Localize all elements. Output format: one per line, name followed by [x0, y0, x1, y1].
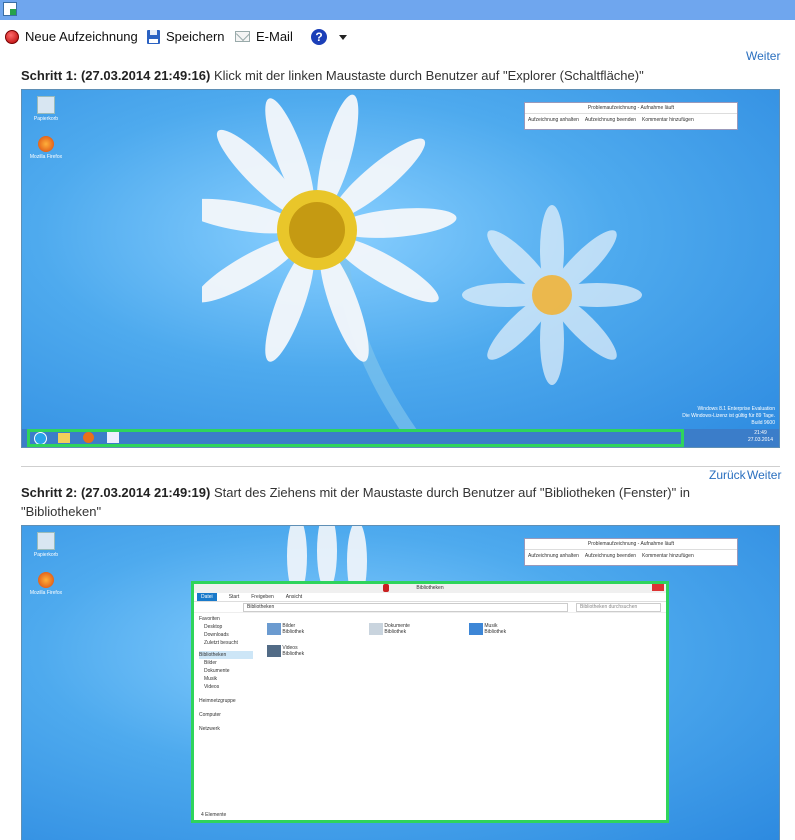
- step-2-text: Schritt 2: (27.03.2014 21:49:19) Start d…: [21, 483, 761, 521]
- save-label: Speichern: [166, 29, 225, 44]
- recycle-bin-icon: [37, 96, 55, 114]
- watermark-line: Build 9600: [751, 420, 775, 426]
- highlight-box: [191, 581, 669, 823]
- back-link[interactable]: Zurück: [709, 468, 746, 482]
- psr-pause-button[interactable]: Aufzeichnung anhalten: [528, 553, 579, 559]
- psr-stop-button[interactable]: Aufzeichnung beenden: [585, 117, 636, 123]
- steps-recorder-icon: [3, 2, 17, 16]
- desktop-icon-label: Papierkorb: [33, 116, 59, 122]
- help-button[interactable]: ?: [311, 29, 347, 45]
- chevron-down-icon[interactable]: [339, 34, 347, 40]
- email-button[interactable]: E-Mail: [235, 29, 293, 44]
- step-1-description: Klick mit der linken Maustaste durch Ben…: [213, 68, 644, 83]
- save-icon: [147, 29, 160, 44]
- step-1-text: Schritt 1: (27.03.2014 21:49:16) Klick m…: [21, 66, 761, 85]
- desktop-icon-label: Mozilla Firefox: [29, 590, 63, 596]
- daisy-background-image: [462, 205, 642, 385]
- firefox-icon: [38, 572, 54, 588]
- windows-watermark: Windows 8.1 Enterprise Evaluation Die Wi…: [682, 406, 775, 427]
- step-1-screenshot: Papierkorb Mozilla Firefox Problemaufzei…: [21, 89, 780, 448]
- psr-comment-button[interactable]: Kommentar hinzufügen: [642, 117, 694, 123]
- next-link-top[interactable]: Weiter: [746, 49, 780, 63]
- psr-pause-button[interactable]: Aufzeichnung anhalten: [528, 117, 579, 123]
- window-titlebar: [0, 0, 795, 20]
- psr-comment-button[interactable]: Kommentar hinzufügen: [642, 553, 694, 559]
- watermark-line: Die Windows-Lizenz ist gültig für 89 Tag…: [682, 413, 775, 419]
- email-label: E-Mail: [256, 29, 293, 44]
- new-recording-button[interactable]: Neue Aufzeichnung: [5, 29, 138, 44]
- save-button[interactable]: Speichern: [147, 29, 225, 44]
- firefox-icon: [38, 136, 54, 152]
- mail-icon: [235, 31, 250, 42]
- desktop-icon-label: Papierkorb: [33, 552, 59, 558]
- highlight-box: [27, 429, 684, 447]
- step-2-label: Schritt 2: (27.03.2014 21:49:19): [21, 485, 211, 500]
- toolbar: Neue Aufzeichnung Speichern E-Mail ?: [0, 22, 795, 52]
- psr-title: Problemaufzeichnung - Aufnahme läuft: [525, 103, 737, 114]
- watermark-line: Windows 8.1 Enterprise Evaluation: [697, 406, 775, 412]
- desktop-icon-recycle-bin[interactable]: Papierkorb: [26, 96, 66, 122]
- step-2-screenshot: Papierkorb Mozilla Firefox Problemaufzei…: [21, 525, 780, 840]
- clock[interactable]: 21:49 27.03.2014: [748, 430, 773, 444]
- psr-stop-button[interactable]: Aufzeichnung beenden: [585, 553, 636, 559]
- help-icon: ?: [311, 29, 327, 45]
- step-divider: [21, 466, 780, 467]
- record-icon: [5, 29, 19, 44]
- desktop-icon-firefox[interactable]: Mozilla Firefox: [26, 572, 66, 596]
- new-recording-label: Neue Aufzeichnung: [25, 29, 138, 44]
- psr-mini-window: Problemaufzeichnung - Aufnahme läuft Auf…: [524, 102, 738, 130]
- next-link[interactable]: Weiter: [747, 468, 781, 482]
- recycle-bin-icon: [37, 532, 55, 550]
- desktop-icon-label: Mozilla Firefox: [29, 154, 63, 160]
- step-1-label: Schritt 1: (27.03.2014 21:49:16): [21, 68, 211, 83]
- psr-title: Problemaufzeichnung - Aufnahme läuft: [525, 539, 737, 550]
- clock-date: 27.03.2014: [747, 437, 773, 443]
- clock-time: 21:49: [754, 430, 767, 436]
- desktop-icon-firefox[interactable]: Mozilla Firefox: [26, 136, 66, 160]
- psr-mini-window: Problemaufzeichnung - Aufnahme läuft Auf…: [524, 538, 738, 566]
- desktop-icon-recycle-bin[interactable]: Papierkorb: [26, 532, 66, 558]
